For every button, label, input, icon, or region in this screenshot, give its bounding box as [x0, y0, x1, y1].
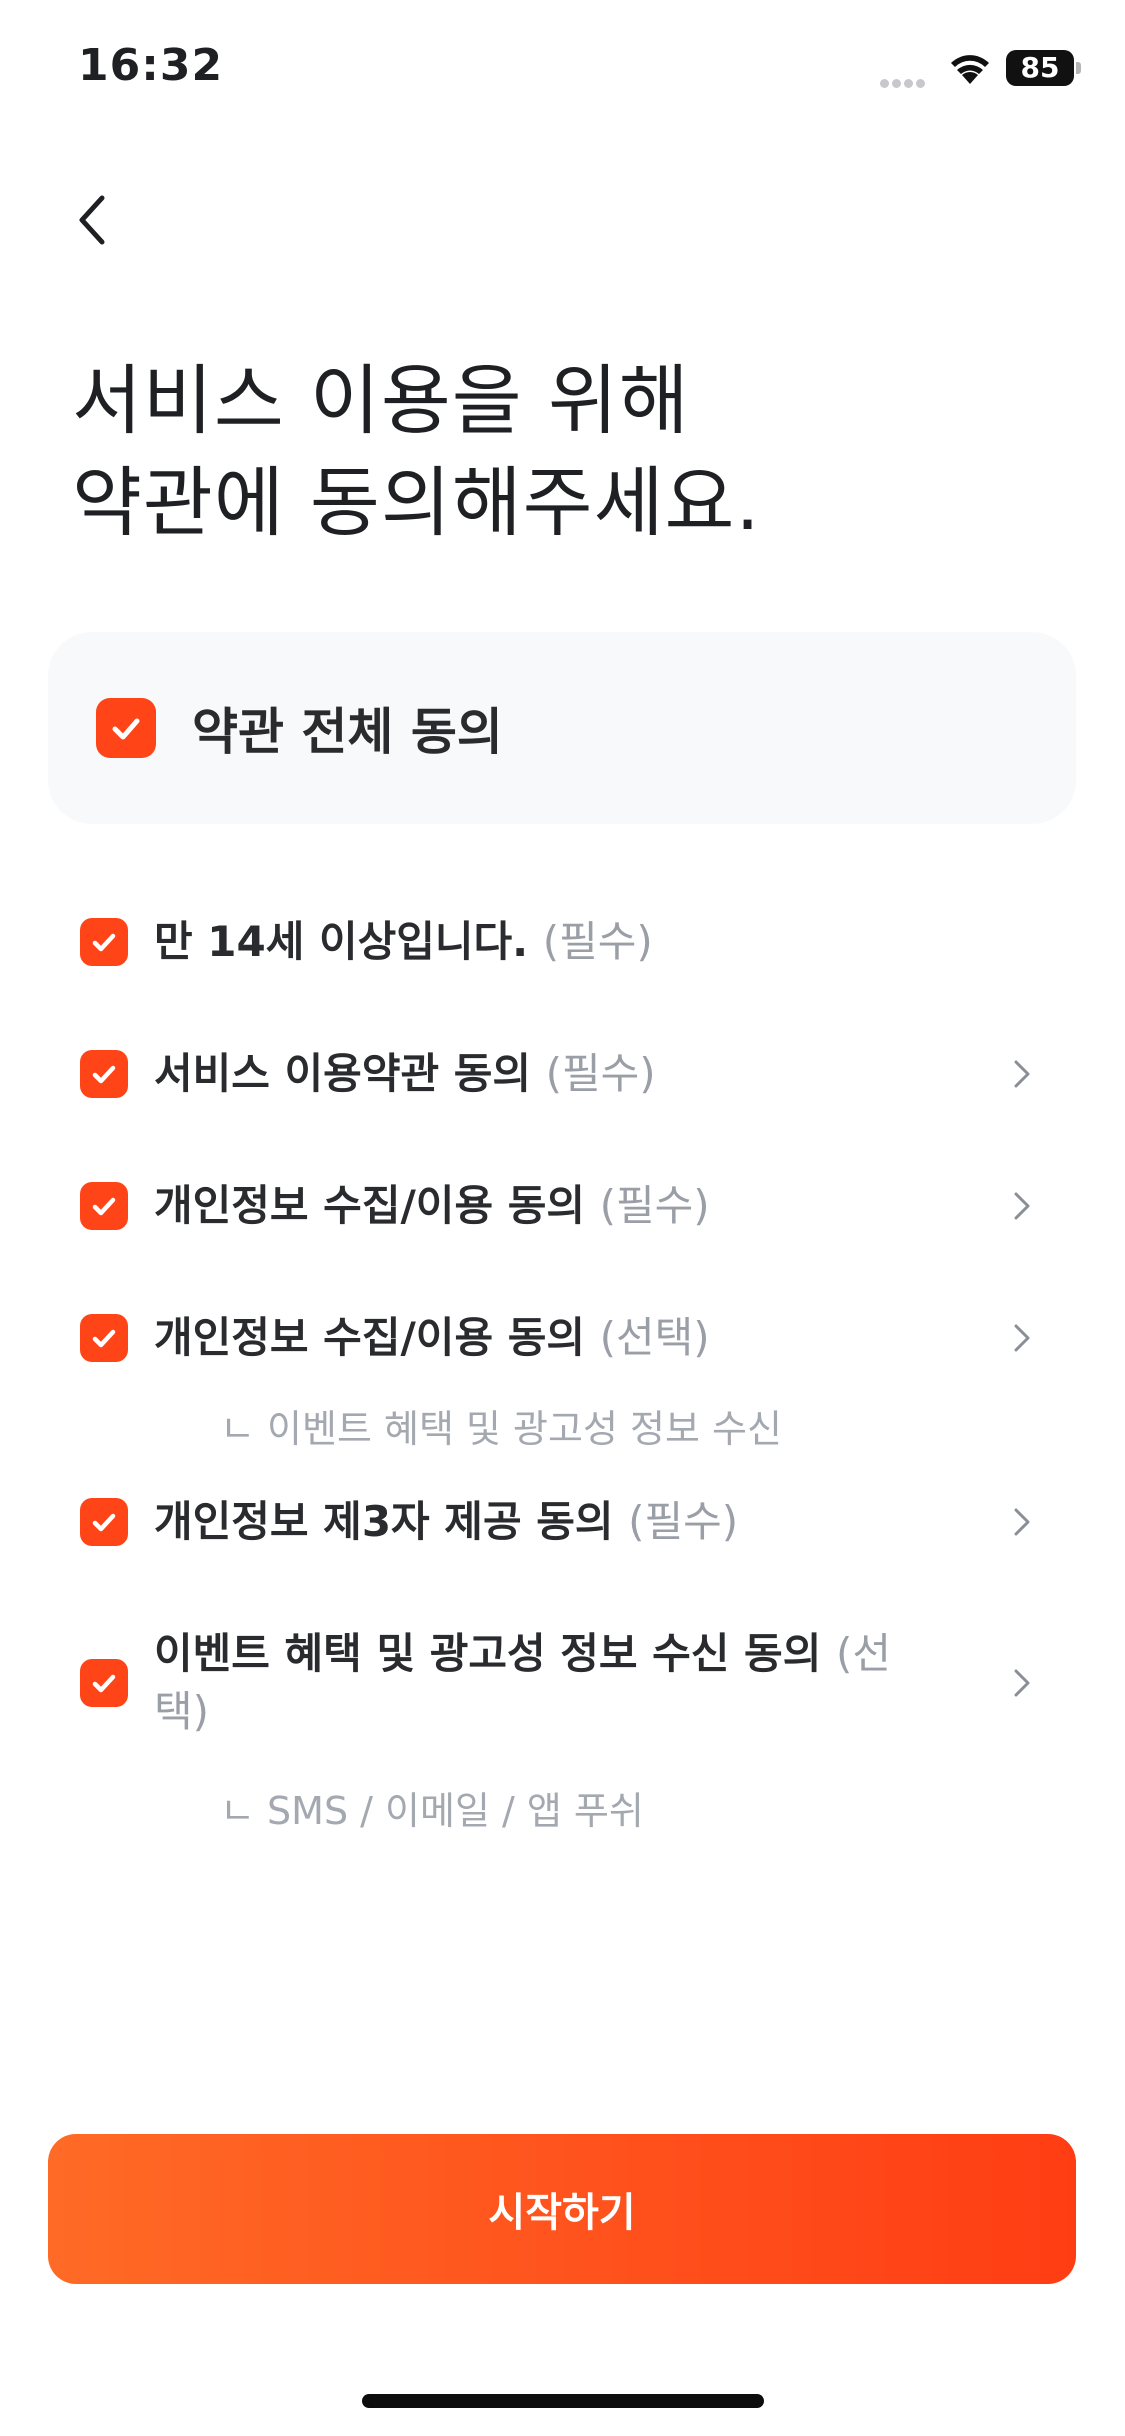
check-icon [112, 718, 140, 740]
term-checkbox[interactable] [80, 1659, 128, 1707]
page-title-line1: 서비스 이용을 위해 [72, 356, 690, 445]
term-label: 이벤트 혜택 및 광고성 정보 수신 동의 (선택) [154, 1629, 891, 1736]
term-tag: (필수) [545, 1049, 656, 1098]
page-title-line2: 약관에 동의해주세요. [72, 458, 761, 547]
check-icon [92, 1197, 116, 1216]
check-icon [92, 1513, 116, 1532]
term-sub-note: ㄴ 이벤트 혜택 및 광고성 정보 수신 [220, 1407, 782, 1451]
chevron-right-icon[interactable] [1004, 1188, 1040, 1224]
check-icon [92, 1329, 116, 1348]
term-checkbox[interactable] [80, 1314, 128, 1362]
term-tag: (필수) [542, 917, 653, 966]
check-icon [92, 1065, 116, 1084]
chevron-left-icon [79, 195, 105, 245]
term-checkbox[interactable] [80, 918, 128, 966]
battery-icon: 85 [1006, 50, 1081, 86]
page-title: 서비스 이용을 위해 약관에 동의해주세요. [72, 350, 761, 554]
check-icon [92, 1674, 116, 1693]
term-label: 개인정보 수집/이용 동의 (선택) [154, 1313, 710, 1362]
home-indicator [362, 2394, 764, 2408]
term-row-privacy-required[interactable]: 개인정보 수집/이용 동의 (필수) [80, 1177, 1040, 1235]
chevron-right-icon[interactable] [1004, 1665, 1040, 1701]
agree-all-toggle[interactable]: 약관 전체 동의 [48, 632, 1076, 824]
term-checkbox[interactable] [80, 1182, 128, 1230]
term-checkbox[interactable] [80, 1498, 128, 1546]
agree-all-label: 약관 전체 동의 [192, 703, 503, 761]
agree-all-checkbox[interactable] [96, 698, 156, 758]
term-row-service[interactable]: 서비스 이용약관 동의 (필수) [80, 1045, 1040, 1103]
term-label: 개인정보 제3자 제공 동의 (필수) [154, 1497, 739, 1546]
chevron-right-icon[interactable] [1004, 1056, 1040, 1092]
wifi-icon [947, 48, 993, 86]
chevron-right-icon[interactable] [1004, 1504, 1040, 1540]
term-tag: (선택) [599, 1313, 710, 1362]
start-button[interactable]: 시작하기 [48, 2134, 1076, 2284]
term-row-age[interactable]: 만 14세 이상입니다. (필수) [80, 913, 1040, 971]
term-label: 서비스 이용약관 동의 (필수) [154, 1049, 656, 1098]
term-label: 개인정보 수집/이용 동의 (필수) [154, 1181, 710, 1230]
term-label: 만 14세 이상입니다. (필수) [154, 917, 653, 966]
back-button[interactable] [52, 180, 132, 260]
status-time: 16:32 [78, 40, 224, 91]
term-sub-note: ㄴ SMS / 이메일 / 앱 푸쉬 [220, 1789, 644, 1833]
cellular-signal-icon [880, 73, 932, 88]
term-row-privacy-optional[interactable]: 개인정보 수집/이용 동의 (선택) [80, 1309, 1040, 1367]
term-tag: (필수) [599, 1181, 710, 1230]
term-row-third-party[interactable]: 개인정보 제3자 제공 동의 (필수) [80, 1493, 1040, 1551]
term-tag: (필수) [628, 1497, 739, 1546]
chevron-right-icon[interactable] [1004, 1320, 1040, 1356]
battery-level: 85 [1006, 50, 1074, 86]
term-row-marketing[interactable]: 이벤트 혜택 및 광고성 정보 수신 동의 (선택) [80, 1625, 1040, 1741]
check-icon [92, 933, 116, 952]
term-checkbox[interactable] [80, 1050, 128, 1098]
status-bar: 16:32 85 [0, 0, 1125, 140]
